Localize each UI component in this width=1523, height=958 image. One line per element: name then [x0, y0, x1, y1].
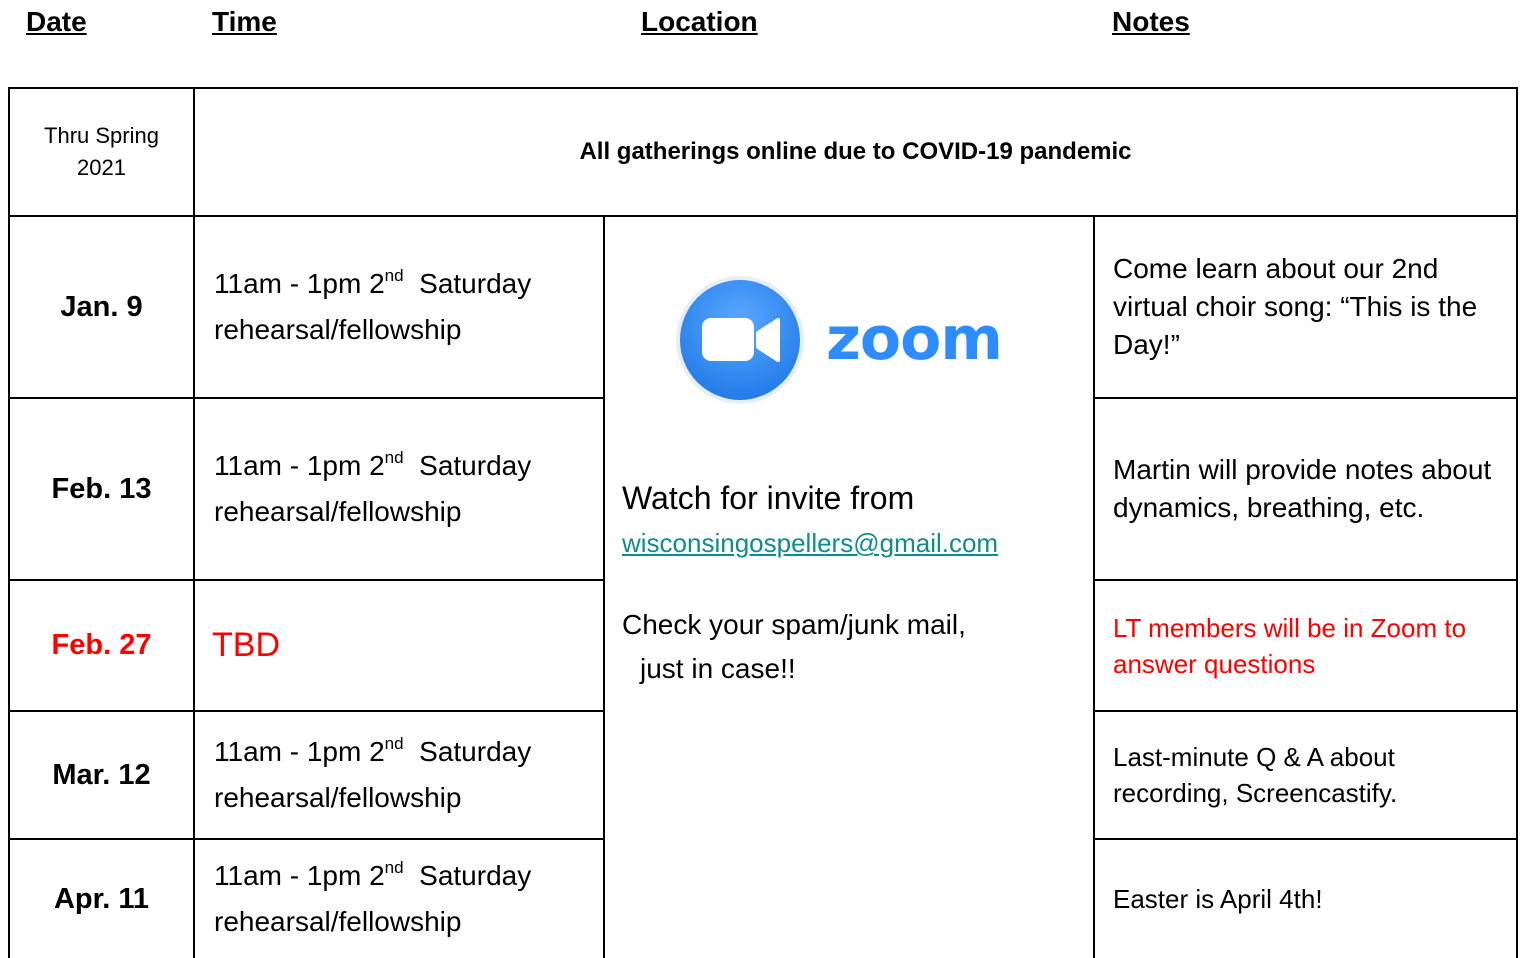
note-text: Come learn about our 2nd virtual choir s… [1113, 253, 1478, 360]
banner-message-text: All gatherings online due to COVID-19 pa… [579, 138, 1132, 165]
time-ordinal: nd [384, 448, 404, 467]
table-border-right [1516, 87, 1518, 958]
row-time: 11am - 1pm 2nd Saturday rehearsal/fellow… [195, 840, 603, 958]
row-date: Apr. 11 [10, 840, 193, 958]
row-date: Mar. 12 [10, 712, 193, 838]
time-part: Saturday [403, 268, 532, 299]
row-time: 11am - 1pm 2nd Saturday rehearsal/fellow… [195, 712, 603, 838]
row-note: Martin will provide notes about dynamics… [1095, 399, 1516, 579]
time-line2: rehearsal/fellowship [214, 314, 462, 345]
time-part: 11am - 1pm 2 [214, 736, 385, 767]
invite-text: Watch for invite from [622, 480, 915, 516]
date-label: Apr. 11 [53, 882, 150, 915]
table-divider [603, 215, 605, 958]
spam-line-1: Check your spam/junk mail, [622, 609, 966, 640]
note-text: Last-minute Q & A about recording, Scree… [1113, 742, 1398, 808]
time-text: TBD [212, 626, 280, 664]
spam-line-2: just in case!! [640, 653, 796, 684]
zoom-logo: zoom [672, 275, 1012, 410]
row-date: Feb. 13 [10, 399, 193, 579]
note-text: Easter is April 4th! [1113, 884, 1323, 914]
note-text: Martin will provide notes about dynamics… [1113, 454, 1492, 523]
row-date: Feb. 27 [10, 581, 193, 710]
time-ordinal: nd [384, 858, 404, 877]
time-text: 11am - 1pm 2nd Saturday rehearsal/fellow… [214, 731, 531, 819]
row-note: LT members will be in Zoom to answer que… [1095, 581, 1516, 710]
date-label: Jan. 9 [60, 290, 143, 323]
time-text: 11am - 1pm 2nd Saturday rehearsal/fellow… [214, 263, 531, 351]
time-ordinal: nd [384, 734, 404, 753]
zoom-wordmark: zoom [826, 304, 1003, 374]
banner-period-text: Thru Spring 2021 [44, 123, 159, 180]
row-note: Come learn about our 2nd virtual choir s… [1095, 217, 1516, 397]
row-note: Easter is April 4th! [1095, 840, 1516, 958]
row-date: Jan. 9 [10, 217, 193, 397]
time-part: Saturday [403, 860, 532, 891]
row-time: TBD [195, 581, 603, 710]
time-text: 11am - 1pm 2nd Saturday rehearsal/fellow… [214, 855, 531, 943]
row-time: 11am - 1pm 2nd Saturday rehearsal/fellow… [195, 217, 603, 397]
time-part: 11am - 1pm 2 [214, 450, 385, 481]
time-part: Saturday [403, 736, 532, 767]
row-note: Last-minute Q & A about recording, Scree… [1095, 712, 1516, 838]
time-part: 11am - 1pm 2 [214, 860, 385, 891]
time-part: 11am - 1pm 2 [214, 268, 385, 299]
time-part: Saturday [403, 450, 532, 481]
time-line2: rehearsal/fellowship [214, 906, 462, 937]
banner-message: All gatherings online due to COVID-19 pa… [195, 89, 1516, 215]
time-ordinal: nd [384, 266, 404, 285]
time-line2: rehearsal/fellowship [214, 782, 462, 813]
time-line2: rehearsal/fellowship [214, 496, 462, 527]
banner-period: Thru Spring 2021 [10, 89, 193, 215]
row-time: 11am - 1pm 2nd Saturday rehearsal/fellow… [195, 399, 603, 579]
date-label: Feb. 27 [51, 629, 152, 661]
time-text: 11am - 1pm 2nd Saturday rehearsal/fellow… [214, 445, 531, 533]
date-label: Mar. 12 [52, 758, 151, 791]
date-label: Feb. 13 [51, 472, 152, 505]
email-link[interactable]: wisconsingospellers@gmail.com [622, 526, 998, 560]
note-text: LT members will be in Zoom to answer que… [1113, 612, 1467, 679]
